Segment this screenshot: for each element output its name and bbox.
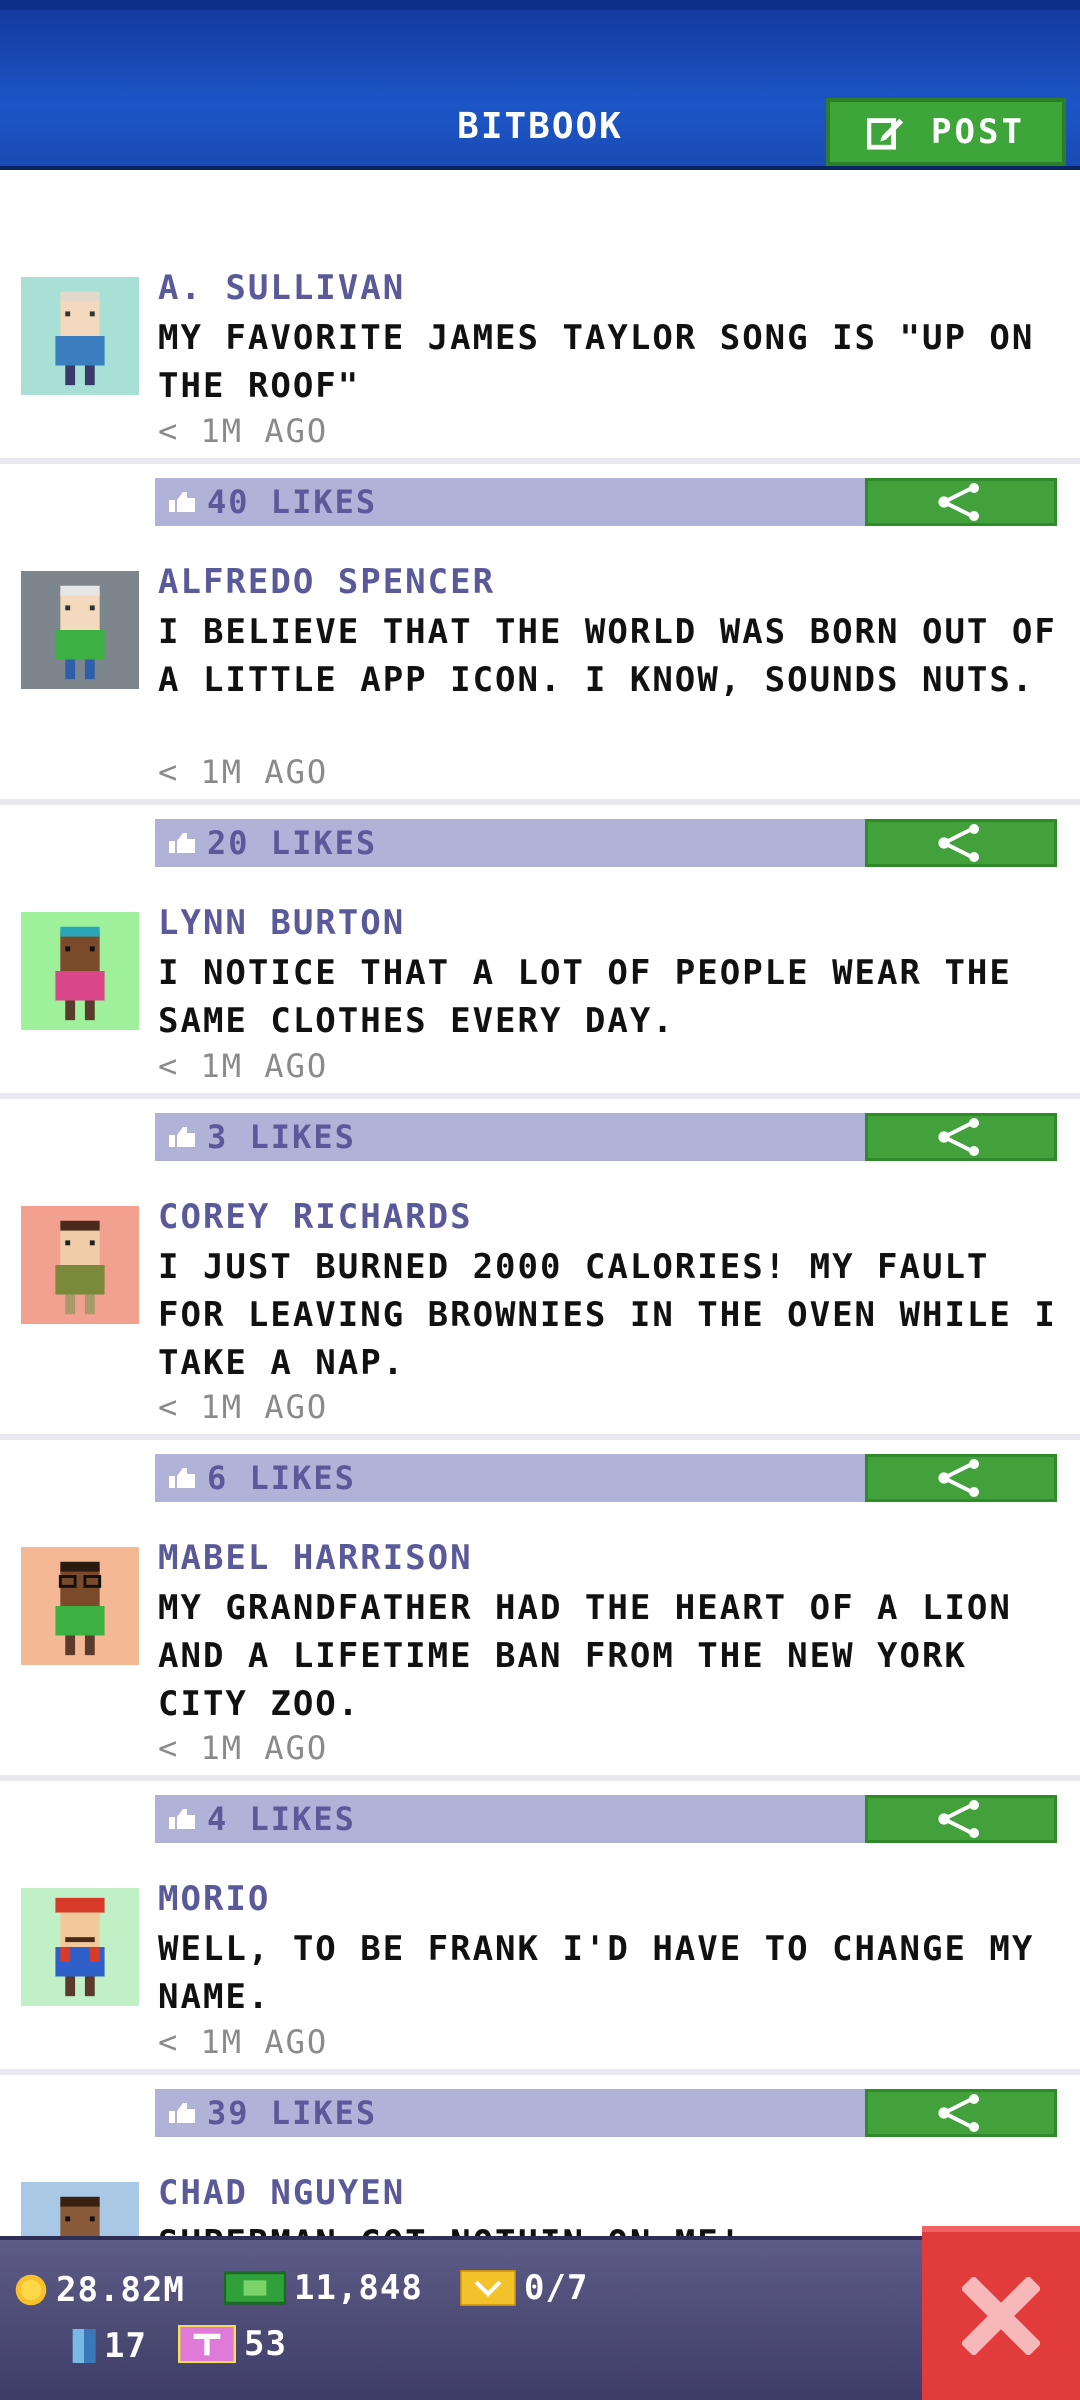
elevator-icon: [72, 2329, 96, 2363]
feed: A. SULLIVAN MY FAVORITE JAMES TAYLOR SON…: [0, 170, 1080, 2300]
avatar[interactable]: [21, 912, 139, 1030]
feed-post: LYNN BURTON I NOTICE THAT A LOT OF PEOPL…: [0, 805, 1080, 1161]
tv-value: 53: [244, 2324, 287, 2364]
coins-value: 28.82M: [56, 2270, 185, 2310]
avatar[interactable]: [21, 1206, 139, 1324]
post-author[interactable]: LYNN BURTON: [158, 903, 405, 943]
feed-post: A. SULLIVAN MY FAVORITE JAMES TAYLOR SON…: [0, 170, 1080, 526]
post-author[interactable]: A. SULLIVAN: [158, 268, 405, 308]
bux-stat[interactable]: 11,848: [224, 2268, 423, 2308]
post-text: I JUST BURNED 2000 CALORIES! MY FAULT FO…: [158, 1247, 1057, 1383]
close-button[interactable]: [922, 2226, 1080, 2400]
bux-value: 11,848: [294, 2268, 423, 2308]
post-author[interactable]: MABEL HARRISON: [158, 1538, 473, 1578]
feed-post: MORIO WELL, TO BE FRANK I'D HAVE TO CHAN…: [0, 1781, 1080, 2137]
tickets-value: 0/7: [524, 2268, 589, 2308]
post-author[interactable]: CHAD NGUYEN: [158, 2173, 405, 2213]
post-author[interactable]: MORIO: [158, 1879, 270, 1919]
stats-bar: 28.82M 11,848 0/7 17 53: [0, 2236, 922, 2400]
feed-post: ALFREDO SPENCER I BELIEVE THAT THE WORLD…: [0, 464, 1080, 867]
feed-post: MABEL HARRISON MY GRANDFATHER HAD THE HE…: [0, 1440, 1080, 1843]
post-text: WELL, TO BE FRANK I'D HAVE TO CHANGE MY …: [158, 1929, 1035, 2017]
tv-icon: [178, 2325, 236, 2363]
app-header: BITBOOK POST: [0, 0, 1080, 170]
elevator-stat[interactable]: 17: [72, 2326, 147, 2366]
edit-icon: [867, 118, 904, 150]
tickets-stat[interactable]: 0/7: [460, 2268, 588, 2308]
post-author[interactable]: COREY RICHARDS: [158, 1197, 473, 1237]
avatar[interactable]: [21, 571, 139, 689]
post-time: < 1M AGO: [158, 1729, 329, 1767]
post-time: < 1M AGO: [158, 753, 329, 791]
post-text: I BELIEVE THAT THE WORLD WAS BORN OUT OF…: [158, 612, 1057, 700]
post-text: MY FAVORITE JAMES TAYLOR SONG IS "UP ON …: [158, 318, 1035, 406]
bux-icon: [224, 2271, 286, 2305]
post-time: < 1M AGO: [158, 412, 329, 450]
avatar[interactable]: [21, 1547, 139, 1665]
close-icon: [962, 2277, 1040, 2355]
coin-icon: [15, 2274, 47, 2306]
elevator-value: 17: [104, 2326, 147, 2366]
avatar[interactable]: [21, 277, 139, 395]
coins-stat[interactable]: 28.82M: [14, 2270, 185, 2310]
post-button[interactable]: POST: [826, 98, 1066, 166]
avatar[interactable]: [21, 1888, 139, 2006]
post-time: < 1M AGO: [158, 2023, 329, 2061]
post-text: I NOTICE THAT A LOT OF PEOPLE WEAR THE S…: [158, 953, 1012, 1041]
feed-post: COREY RICHARDS I JUST BURNED 2000 CALORI…: [0, 1099, 1080, 1502]
post-text: MY GRANDFATHER HAD THE HEART OF A LION A…: [158, 1588, 1012, 1724]
ticket-icon: [460, 2270, 516, 2306]
tv-stat[interactable]: 53: [178, 2324, 287, 2364]
post-author[interactable]: ALFREDO SPENCER: [158, 562, 495, 602]
post-button-label: POST: [931, 112, 1025, 152]
post-time: < 1M AGO: [158, 1047, 329, 1085]
post-time: < 1M AGO: [158, 1388, 329, 1426]
